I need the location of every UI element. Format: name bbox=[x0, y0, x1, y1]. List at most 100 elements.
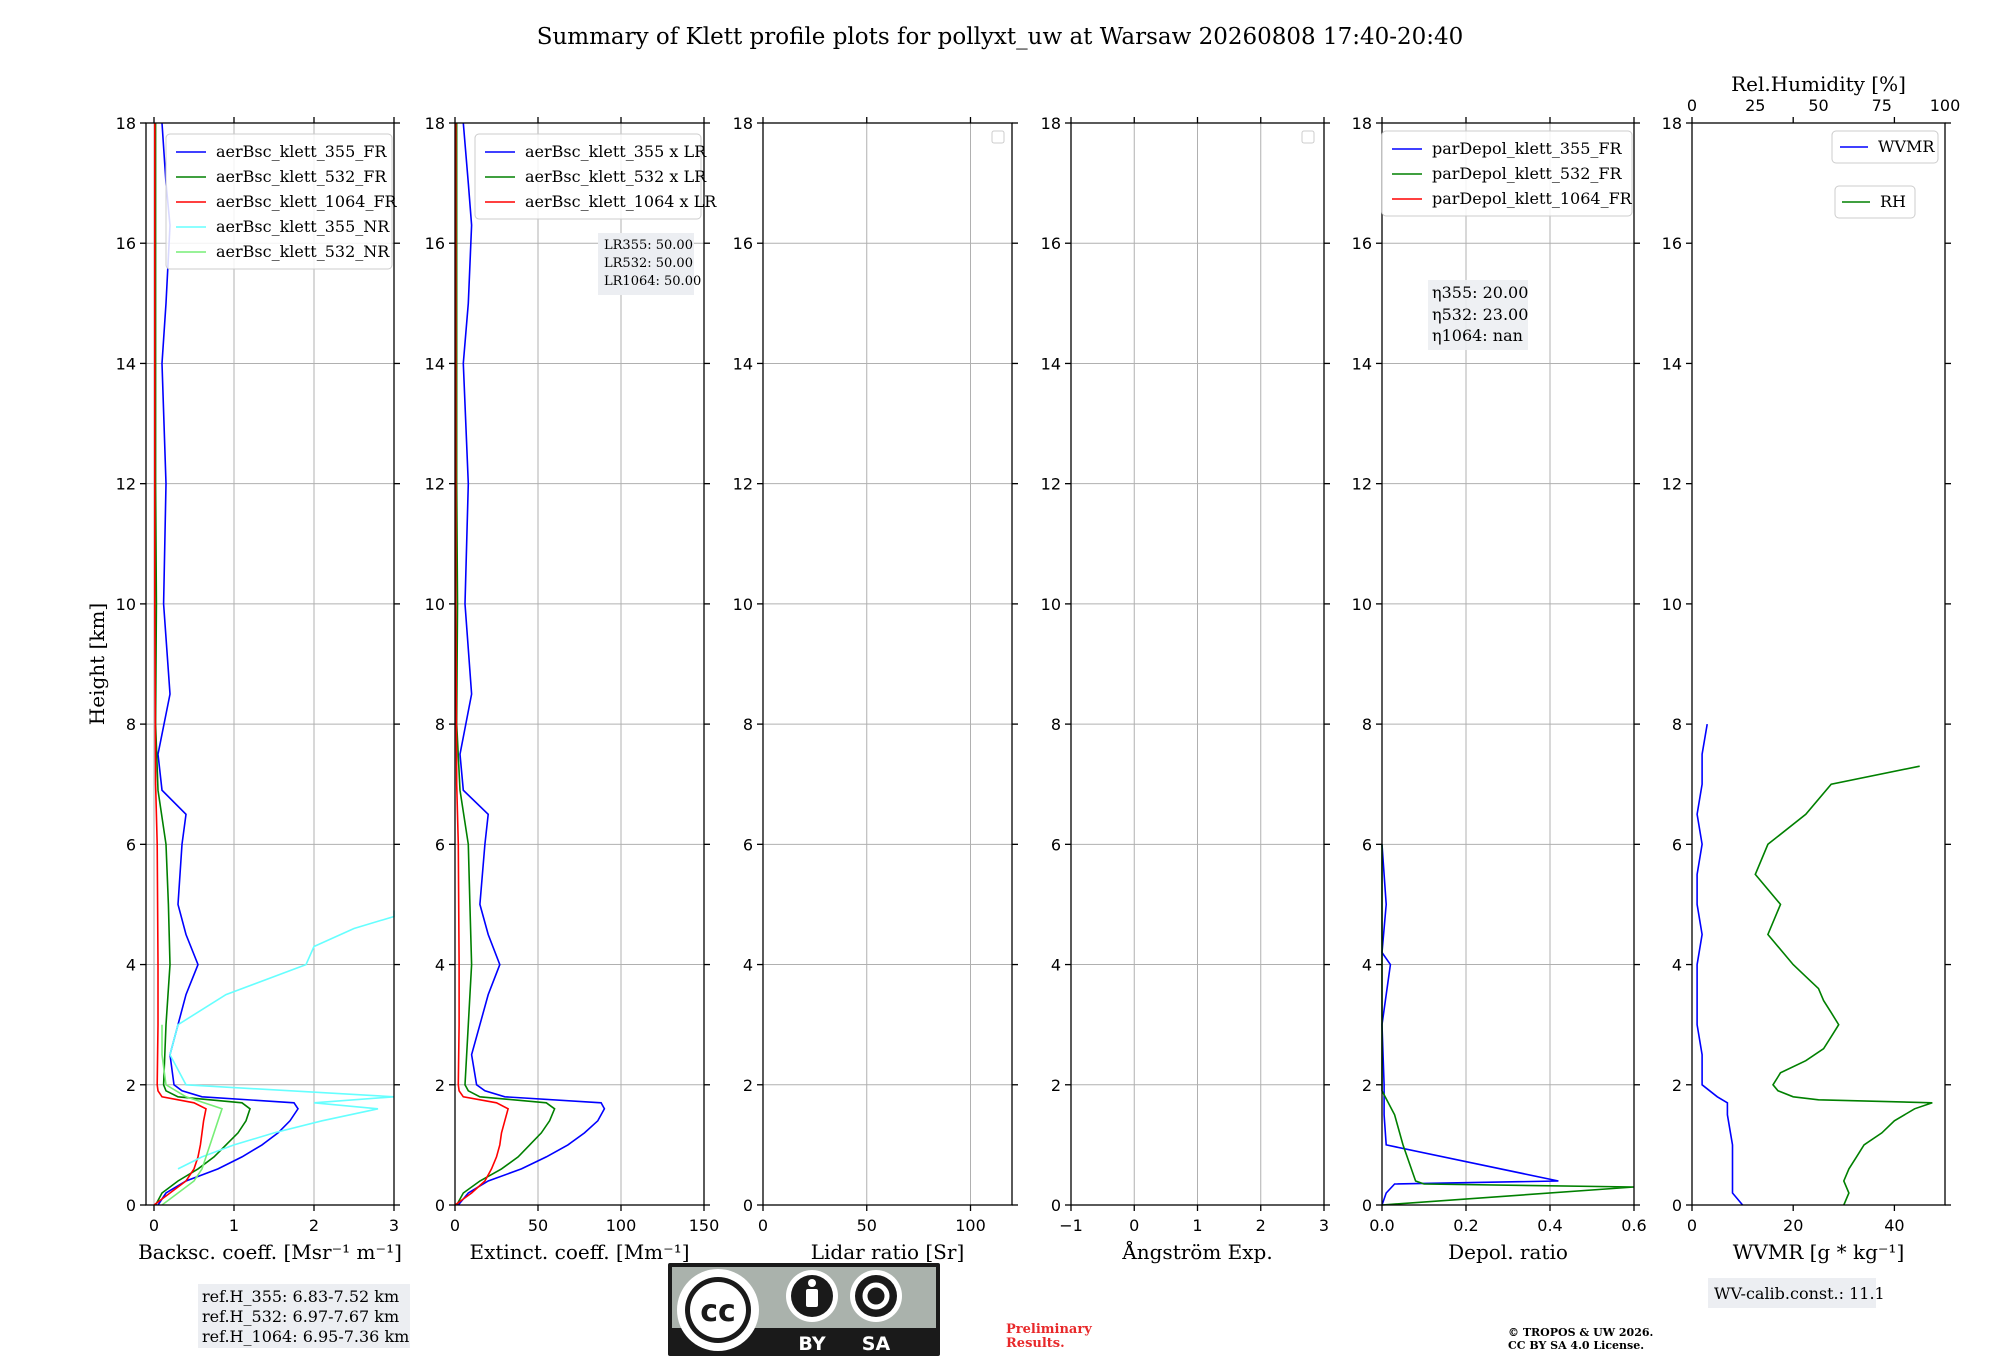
legend-label: aerBsc_klett_355_NR bbox=[216, 217, 390, 236]
y-tick-label: 2 bbox=[1362, 1076, 1372, 1095]
y-tick-label: 16 bbox=[1041, 234, 1061, 253]
y-tick-label: 0 bbox=[743, 1196, 753, 1215]
y-tick-label: 4 bbox=[1051, 956, 1061, 975]
y-tick-label: 6 bbox=[1672, 835, 1682, 854]
legend-label: aerBsc_klett_355 x LR bbox=[525, 142, 707, 161]
x-tick-label: 0.0 bbox=[1369, 1216, 1394, 1235]
series-line-wvmr bbox=[1696, 723, 1744, 1206]
y-tick-label: 10 bbox=[425, 595, 445, 614]
cc-by-sa-badge: cc BY SA bbox=[668, 1263, 940, 1356]
y-tick-label: 4 bbox=[743, 956, 753, 975]
ref-height-355: ref.H_355: 6.83-7.52 km bbox=[202, 1287, 399, 1306]
x-tick-label: 1 bbox=[1192, 1216, 1202, 1235]
y-tick-label: 14 bbox=[1352, 354, 1372, 373]
y-tick-label: 2 bbox=[1051, 1076, 1061, 1095]
legend-label: parDepol_klett_1064_FR bbox=[1432, 189, 1633, 208]
x-tick-label: 100 bbox=[606, 1216, 637, 1235]
panel-angstrom: 024681012141618−1 0 1 2 3Ångström Exp. bbox=[1041, 114, 1330, 1264]
y-tick-label: 10 bbox=[116, 595, 136, 614]
y-tick-label: 2 bbox=[435, 1076, 445, 1095]
top-x-tick-label: 75 bbox=[1872, 96, 1892, 115]
copyright-note-line1: © TROPOS & UW 2026. bbox=[1508, 1326, 1653, 1339]
legend-label: parDepol_klett_355_FR bbox=[1432, 139, 1623, 158]
y-tick-label: 14 bbox=[116, 354, 136, 373]
ref-height-box: ref.H_355: 6.83-7.52 km ref.H_532: 6.97-… bbox=[198, 1284, 410, 1348]
lr-532-value: LR532: 50.00 bbox=[604, 256, 693, 271]
empty-legend-box bbox=[991, 130, 1005, 144]
panel-lidar-ratio: 0 2 4 6 8 10 12 14 16 18 0 50 100 Lidar ratio [Sr] bbox=[733, 114, 1018, 1264]
y-tick-label: 8 bbox=[743, 715, 753, 734]
y-tick-label: 16 bbox=[1662, 234, 1682, 253]
y-tick-label: 18 bbox=[1041, 114, 1061, 133]
cc-text: cc bbox=[700, 1294, 736, 1329]
y-tick-label: 10 bbox=[1352, 595, 1372, 614]
y-tick-label: 6 bbox=[1051, 835, 1061, 854]
legend-label: aerBsc_klett_1064 x LR bbox=[525, 192, 717, 211]
x-tick-label: 100 bbox=[955, 1216, 986, 1235]
preliminary-note-line1: Preliminary bbox=[1006, 1322, 1092, 1337]
y-tick-label: 4 bbox=[1672, 956, 1682, 975]
y-tick-label: 16 bbox=[1352, 234, 1372, 253]
legend-label: aerBsc_klett_532_NR bbox=[216, 242, 390, 261]
x-tick-label: 3 bbox=[389, 1216, 399, 1235]
y-tick-label: 8 bbox=[126, 715, 136, 734]
figure-title: Summary of Klett profile plots for polly… bbox=[537, 24, 1464, 50]
series-line-aerbsc-klett-355-fr bbox=[157, 122, 299, 1206]
axes-frame bbox=[145, 122, 395, 1206]
y-tick-label: 12 bbox=[1041, 475, 1061, 494]
y-tick-label: 14 bbox=[1041, 354, 1061, 373]
series-line-aerbsc-klett-355-nr bbox=[169, 910, 395, 1170]
y-tick-label: 0 bbox=[1672, 1196, 1682, 1215]
y-tick-label: 4 bbox=[126, 956, 136, 975]
series-line-aerbsc-klett-1064-x-lr bbox=[454, 123, 510, 1206]
x-tick-label: 3 bbox=[1319, 1216, 1329, 1235]
y-tick-label: 12 bbox=[116, 475, 136, 494]
y-tick-label: 8 bbox=[1362, 715, 1372, 734]
preliminary-note-line2: Results. bbox=[1006, 1336, 1065, 1351]
series-line-aerbsc-klett-532-fr bbox=[154, 123, 251, 1206]
y-axis-label: Height [km] bbox=[85, 603, 109, 725]
eta-1064-value: η1064: nan bbox=[1432, 326, 1523, 345]
x-tick-label: 0.6 bbox=[1621, 1216, 1646, 1235]
legend-label: aerBsc_klett_532_FR bbox=[216, 167, 387, 186]
y-tick-label: 18 bbox=[733, 114, 753, 133]
x-axis-label: WVMR [g * kg⁻¹] bbox=[1733, 1240, 1905, 1264]
y-tick-label: 18 bbox=[116, 114, 136, 133]
top-x-tick-label: 25 bbox=[1745, 96, 1765, 115]
y-tick-label: 8 bbox=[435, 715, 445, 734]
x-axis-label: Lidar ratio [Sr] bbox=[811, 1240, 965, 1264]
top-x-axis-label: Rel.Humidity [%] bbox=[1731, 72, 1906, 96]
y-tick-label: 6 bbox=[435, 835, 445, 854]
y-tick-label: 4 bbox=[435, 956, 445, 975]
y-tick-label: 4 bbox=[1362, 956, 1372, 975]
y-tick-label: 12 bbox=[1662, 475, 1682, 494]
y-tick-label: 2 bbox=[126, 1076, 136, 1095]
legend-label: RH bbox=[1880, 192, 1906, 211]
eta-355-value: η355: 20.00 bbox=[1432, 283, 1528, 302]
lr-1064-value: LR1064: 50.00 bbox=[604, 274, 701, 289]
x-tick-label: 0 bbox=[758, 1216, 768, 1235]
y-tick-label: 18 bbox=[1662, 114, 1682, 133]
axes-frame bbox=[762, 122, 1013, 1206]
x-tick-label: 20 bbox=[1783, 1216, 1803, 1235]
x-axis-label: Backsc. coeff. [Msr⁻¹ m⁻¹] bbox=[138, 1240, 402, 1264]
y-tick-label: 0 bbox=[1362, 1196, 1372, 1215]
y-tick-label: 12 bbox=[425, 475, 445, 494]
copyright-note-line2: CC BY SA 4.0 License. bbox=[1508, 1339, 1644, 1352]
y-tick-label: 10 bbox=[1041, 595, 1061, 614]
y-tick-label: 6 bbox=[126, 835, 136, 854]
y-tick-label: 16 bbox=[425, 234, 445, 253]
x-tick-label: 0 bbox=[149, 1216, 159, 1235]
series-line-rh bbox=[1754, 765, 1933, 1206]
x-tick-label: 0 bbox=[1687, 1216, 1697, 1235]
x-axis-label: Depol. ratio bbox=[1448, 1240, 1568, 1264]
y-tick-label: 6 bbox=[1362, 835, 1372, 854]
x-axis-label: Extinct. coeff. [Mm⁻¹] bbox=[469, 1240, 689, 1264]
x-tick-label: 50 bbox=[528, 1216, 548, 1235]
top-x-tick-label: 0 bbox=[1687, 96, 1697, 115]
y-tick-label: 12 bbox=[1352, 475, 1372, 494]
series-line-pardepol-klett-532-fr bbox=[1381, 844, 1635, 1206]
y-tick-label: 18 bbox=[1352, 114, 1372, 133]
lr-355-value: LR355: 50.00 bbox=[604, 238, 693, 253]
y-tick-label: 0 bbox=[435, 1196, 445, 1215]
